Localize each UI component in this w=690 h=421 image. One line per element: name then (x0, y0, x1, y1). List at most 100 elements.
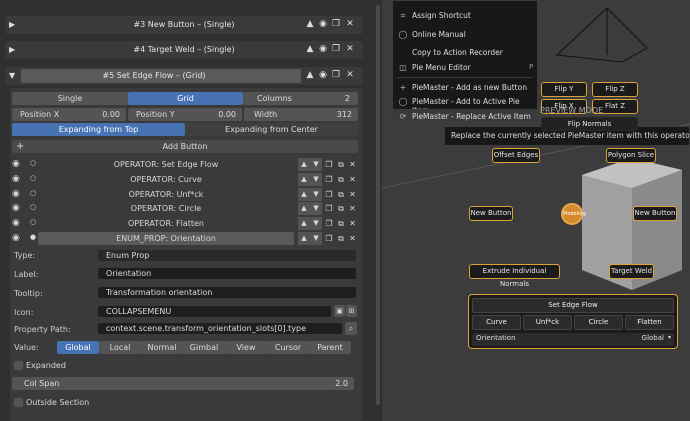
sub-item-row[interactable]: ◉ ○ OPERATOR: Unf*ck ▲ ▼ ❐ ⧉ ✕ (12, 188, 358, 201)
copy-icon[interactable]: ❐ (331, 44, 341, 54)
copy-icon[interactable]: ❐ (323, 217, 335, 230)
value-option-view[interactable]: View (225, 341, 267, 354)
tab-expanding-center[interactable]: Expanding from Center (185, 123, 358, 136)
col-span-field[interactable]: Col Span 2.0 (12, 377, 354, 390)
search-icon[interactable]: ⌕ (345, 322, 357, 335)
tab-single[interactable]: Single (12, 92, 128, 105)
picker-icon[interactable]: ⊞ (346, 305, 357, 317)
scrollbar[interactable] (376, 5, 380, 405)
position-y-field[interactable]: Position Y 0.00 (128, 108, 242, 121)
move-down-icon[interactable]: ▼ (310, 158, 322, 171)
orientation-dropdown[interactable]: Orientation Global ▾ (472, 333, 674, 346)
pie-button-extrude[interactable]: Extrude Individual Normals (469, 264, 560, 288)
value-option-gimbal[interactable]: Gimbal (183, 341, 225, 354)
eye-icon[interactable]: ◉ (12, 159, 20, 169)
copy-icon[interactable]: ❐ (323, 202, 335, 215)
eye-icon[interactable]: ◉ (12, 203, 20, 213)
copy-icon[interactable]: ❐ (323, 232, 335, 245)
move-up-icon[interactable]: ▲ (305, 44, 315, 54)
close-icon[interactable]: ✕ (347, 173, 358, 186)
eye-icon[interactable]: ◉ (318, 44, 328, 54)
duplicate-icon[interactable]: ⧉ (335, 232, 347, 245)
move-down-icon[interactable]: ▼ (310, 202, 322, 215)
value-option-parent[interactable]: Parent (309, 341, 351, 354)
move-down-icon[interactable]: ▼ (310, 173, 322, 186)
move-up-icon[interactable]: ▲ (298, 188, 310, 201)
columns-field[interactable]: Columns 2 (243, 92, 358, 105)
move-down-icon[interactable]: ▼ (310, 217, 322, 230)
sub-item-row[interactable]: ◉ ● ENUM_PROP: Orientation ▲ ▼ ❐ ⧉ ✕ (12, 232, 358, 245)
close-icon[interactable]: ✕ (347, 188, 358, 201)
pie-button-flip-z[interactable]: Flip Z (592, 82, 638, 97)
pie-item-5-header[interactable]: ▼ #5 Set Edge Flow – (Grid) ▲ ◉ ❐ ✕ (5, 67, 363, 85)
duplicate-icon[interactable]: ⧉ (335, 202, 347, 215)
add-button[interactable]: + Add Button (12, 140, 358, 153)
copy-icon[interactable]: ❐ (323, 173, 335, 186)
value-option-cursor[interactable]: Cursor (267, 341, 309, 354)
sub-item-row[interactable]: ◉ ○ OPERATOR: Set Edge Flow ▲ ▼ ❐ ⧉ ✕ (12, 158, 358, 171)
pie-item-4-header[interactable]: ▶ #4 Target Weld – (Single) ▲ ◉ ❐ ✕ (5, 41, 363, 59)
close-icon[interactable]: ✕ (347, 232, 358, 245)
sub-item-row[interactable]: ◉ ○ OPERATOR: Circle ▲ ▼ ❐ ⧉ ✕ (12, 202, 358, 215)
pie-center-modeling[interactable]: Modeling (561, 203, 586, 225)
move-up-icon[interactable]: ▲ (298, 232, 310, 245)
move-up-icon[interactable]: ▲ (305, 70, 315, 80)
grid-button-curve[interactable]: Curve (472, 315, 521, 330)
tab-expanding-top[interactable]: Expanding from Top (12, 123, 185, 136)
close-icon[interactable]: ✕ (347, 202, 358, 215)
pie-button-new-left[interactable]: New Button (469, 206, 513, 221)
tooltip-input[interactable]: Transformation orientation (97, 286, 357, 299)
move-down-icon[interactable]: ▼ (310, 188, 322, 201)
move-up-icon[interactable]: ▲ (298, 202, 310, 215)
tab-grid[interactable]: Grid (128, 92, 243, 105)
eye-icon[interactable]: ◉ (12, 189, 20, 199)
type-dropdown[interactable]: Enum Prop (97, 249, 357, 262)
pie-item-title[interactable]: #5 Set Edge Flow – (Grid) (5, 71, 303, 80)
icon-input[interactable]: COLLAPSEMENU (97, 305, 332, 318)
image-icon[interactable]: ▣ (334, 305, 345, 317)
eye-icon[interactable]: ◉ (12, 174, 20, 184)
sub-item-row[interactable]: ◉ ○ OPERATOR: Curve ▲ ▼ ❐ ⧉ ✕ (12, 173, 358, 186)
duplicate-icon[interactable]: ⧉ (335, 173, 347, 186)
move-up-icon[interactable]: ▲ (298, 173, 310, 186)
sub-item-row[interactable]: ◉ ○ OPERATOR: Flatten ▲ ▼ ❐ ⧉ ✕ (12, 217, 358, 230)
duplicate-icon[interactable]: ⧉ (335, 217, 347, 230)
pie-button-new-right[interactable]: New Button (633, 206, 677, 221)
menu-item[interactable]: Copy to Action Recorder (412, 48, 503, 57)
pie-button-flip-normals[interactable]: Flip Normals (541, 117, 638, 131)
value-option-global[interactable]: Global (57, 341, 99, 354)
pie-button-offset-edges[interactable]: Offset Edges (492, 148, 540, 163)
move-up-icon[interactable]: ▲ (298, 217, 310, 230)
menu-item[interactable]: Online Manual (412, 30, 466, 39)
duplicate-icon[interactable]: ⧉ (335, 158, 347, 171)
close-icon[interactable]: ✕ (345, 44, 355, 54)
position-x-field[interactable]: Position X 0.00 (12, 108, 126, 121)
grid-button-set-edge-flow[interactable]: Set Edge Flow (472, 298, 674, 313)
property-path-input[interactable]: context.scene.transform_orientation_slot… (97, 322, 343, 335)
copy-icon[interactable]: ❐ (323, 158, 335, 171)
duplicate-icon[interactable]: ⧉ (335, 188, 347, 201)
close-icon[interactable]: ✕ (347, 217, 358, 230)
move-down-icon[interactable]: ▼ (310, 232, 322, 245)
copy-icon[interactable]: ❐ (331, 70, 341, 80)
close-icon[interactable]: ✕ (347, 158, 358, 171)
close-icon[interactable]: ✕ (345, 19, 355, 29)
copy-icon[interactable]: ❐ (323, 188, 335, 201)
pie-button-polygon-slice[interactable]: Polygon Slice (606, 148, 656, 163)
close-icon[interactable]: ✕ (345, 70, 355, 80)
value-option-local[interactable]: Local (99, 341, 141, 354)
menu-item[interactable]: Assign Shortcut (412, 11, 471, 20)
pie-item-3-header[interactable]: ▶ #3 New Button – (Single) ▲ ◉ ❐ ✕ (5, 16, 363, 34)
value-option-normal[interactable]: Normal (141, 341, 183, 354)
menu-item[interactable]: PieMaster - Replace Active Item (412, 112, 531, 121)
eye-icon[interactable]: ◉ (318, 70, 328, 80)
label-input[interactable]: Orientation (97, 267, 357, 280)
menu-item[interactable]: Pie Menu Editor (412, 63, 471, 72)
width-field[interactable]: Width 312 (244, 108, 358, 121)
grid-button-unfck[interactable]: Unf*ck (523, 315, 572, 330)
copy-icon[interactable]: ❐ (331, 19, 341, 29)
menu-item[interactable]: PieMaster - Add as new Button (412, 83, 527, 92)
grid-button-flatten[interactable]: Flatten (625, 315, 674, 330)
grid-button-circle[interactable]: Circle (574, 315, 623, 330)
expanded-checkbox[interactable] (14, 361, 23, 370)
